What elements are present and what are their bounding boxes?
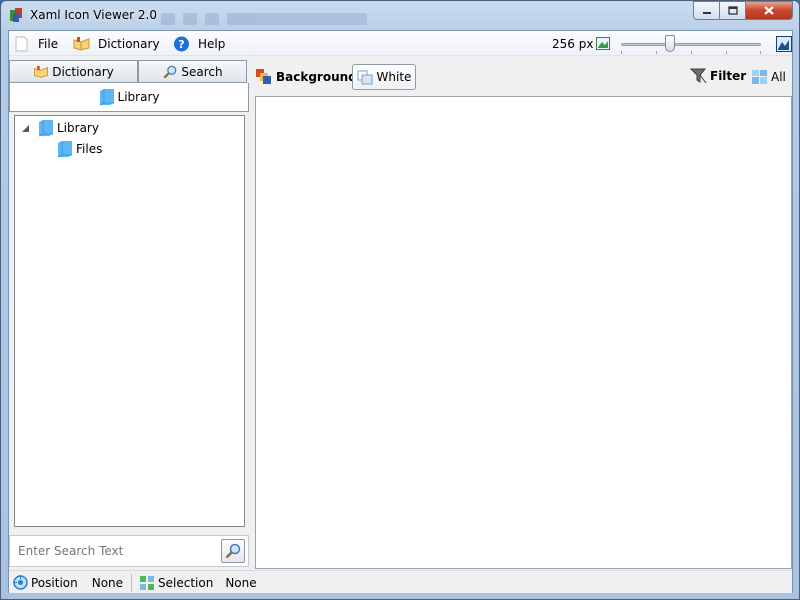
tab-dictionary[interactable]: Dictionary	[9, 60, 138, 83]
library-header-label: Library	[117, 90, 160, 104]
small-image-icon[interactable]	[596, 37, 610, 50]
maximize-icon	[727, 6, 738, 15]
help-icon: ?	[174, 36, 189, 51]
menu-help[interactable]: ? Help	[173, 34, 225, 53]
minimize-icon	[702, 11, 711, 14]
minimize-button[interactable]	[693, 1, 720, 20]
grid-icon	[752, 70, 767, 84]
selection-value: None	[225, 576, 257, 590]
selection-label: Selection	[158, 576, 214, 590]
menu-file[interactable]: File	[13, 34, 58, 53]
maximize-button[interactable]	[720, 1, 746, 20]
background-icon	[256, 69, 271, 84]
left-pane: Dictionary Search Library Library Files …	[9, 59, 249, 570]
library-icon	[57, 141, 72, 158]
search-icon	[225, 543, 241, 559]
search-button[interactable]	[221, 539, 245, 563]
book-icon	[73, 36, 90, 51]
status-selection: Selection None	[139, 575, 257, 591]
background-label: Background	[276, 69, 357, 84]
library-header: Library	[9, 83, 249, 112]
large-image-icon[interactable]	[776, 36, 792, 52]
status-separator	[131, 574, 132, 592]
tab-search[interactable]: Search	[138, 60, 247, 83]
client-area: File Dictionary ? Help 256 px Dictionary…	[8, 30, 793, 593]
tab-search-label: Search	[181, 64, 223, 79]
tree-node-label: Library	[57, 121, 99, 135]
tree-node-label: Files	[76, 142, 103, 156]
white-swatch-icon	[357, 70, 373, 84]
slider-ticks	[621, 51, 761, 55]
selection-icon	[140, 576, 154, 590]
app-icon	[10, 8, 22, 22]
position-value: None	[91, 575, 124, 590]
app-window: Xaml Icon Viewer 2.0 File Dictionary ? H…	[0, 0, 800, 600]
tab-dictionary-label: Dictionary	[52, 64, 114, 79]
size-readout: 256 px	[552, 37, 594, 51]
file-icon	[15, 36, 28, 51]
menu-help-label: Help	[198, 36, 226, 51]
library-tree[interactable]: Library Files	[14, 115, 245, 527]
filter-button[interactable]: Filter	[690, 68, 746, 84]
all-button[interactable]: All	[751, 69, 786, 85]
all-label: All	[771, 70, 786, 84]
right-pane: Background White Filter All	[253, 59, 792, 570]
search-icon	[163, 65, 177, 78]
tree-node-files[interactable]: Files	[57, 139, 102, 159]
size-slider-thumb[interactable]	[665, 35, 675, 52]
caption-buttons	[693, 1, 793, 21]
svg-text:?: ?	[178, 38, 184, 51]
menu-bar: File Dictionary ? Help 256 px	[9, 31, 792, 56]
search-box	[9, 535, 249, 567]
size-slider-track[interactable]	[621, 43, 761, 46]
filter-icon	[690, 68, 707, 84]
filter-label: Filter	[710, 69, 747, 83]
icon-canvas[interactable]	[255, 96, 792, 569]
menu-dictionary-label: Dictionary	[98, 36, 160, 51]
close-icon	[764, 6, 774, 15]
search-input[interactable]	[13, 540, 213, 562]
window-title: Xaml Icon Viewer 2.0	[30, 8, 158, 22]
book-icon	[34, 65, 49, 78]
expand-arrow-icon[interactable]	[21, 124, 30, 133]
background-button[interactable]: Background	[255, 68, 357, 85]
white-label: White	[376, 70, 412, 84]
tree-node-library[interactable]: Library	[21, 118, 99, 138]
status-position: Position None	[13, 575, 123, 590]
title-bar[interactable]: Xaml Icon Viewer 2.0	[1, 1, 799, 30]
position-label: Position	[31, 575, 78, 590]
library-icon	[38, 120, 53, 137]
menu-file-label: File	[38, 36, 59, 51]
view-toolbar: Background White Filter All	[253, 59, 792, 95]
library-icon	[99, 89, 114, 106]
white-background-button[interactable]: White	[352, 64, 416, 90]
position-icon	[13, 575, 28, 590]
menu-dictionary[interactable]: Dictionary	[73, 34, 160, 53]
status-bar: Position None Selection None	[9, 570, 792, 593]
close-button[interactable]	[746, 1, 793, 20]
background-ghost	[161, 11, 411, 25]
